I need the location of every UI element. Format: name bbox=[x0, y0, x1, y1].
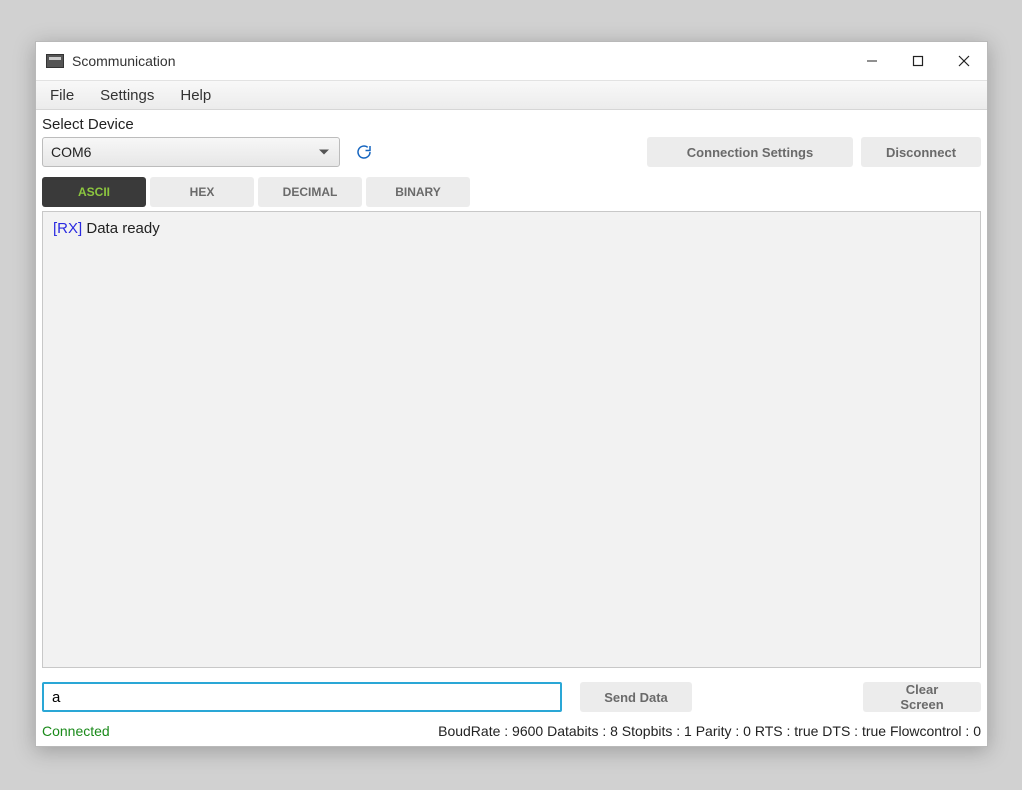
select-device-label: Select Device bbox=[36, 110, 987, 137]
maximize-button[interactable] bbox=[895, 42, 941, 80]
connection-settings-button[interactable]: Connection Settings bbox=[647, 137, 853, 167]
minimize-icon bbox=[866, 55, 878, 67]
tab-ascii[interactable]: ASCII bbox=[42, 177, 146, 207]
log-line: [RX] Data ready bbox=[53, 220, 970, 237]
send-data-button[interactable]: Send Data bbox=[580, 682, 692, 712]
tab-binary[interactable]: BINARY bbox=[366, 177, 470, 207]
statusbar: Connected BoudRate : 9600 Databits : 8 S… bbox=[36, 718, 987, 746]
tab-decimal[interactable]: DECIMAL bbox=[258, 177, 362, 207]
app-icon bbox=[46, 54, 64, 68]
send-input[interactable] bbox=[42, 682, 562, 712]
menu-file[interactable]: File bbox=[50, 87, 74, 104]
device-row: COM6 Connection Settings Disconnect bbox=[36, 137, 987, 177]
menu-settings[interactable]: Settings bbox=[100, 87, 154, 104]
send-row: Send Data Clear Screen bbox=[36, 668, 987, 718]
log-tag: [RX] bbox=[53, 220, 82, 237]
clear-screen-button[interactable]: Clear Screen bbox=[863, 682, 981, 712]
refresh-button[interactable] bbox=[352, 140, 376, 164]
status-details: BoudRate : 9600 Databits : 8 Stopbits : … bbox=[438, 723, 981, 739]
refresh-icon bbox=[355, 143, 373, 161]
menu-help[interactable]: Help bbox=[180, 87, 211, 104]
close-icon bbox=[958, 55, 970, 67]
tab-hex[interactable]: HEX bbox=[150, 177, 254, 207]
titlebar: Scommunication bbox=[36, 42, 987, 80]
disconnect-button[interactable]: Disconnect bbox=[861, 137, 981, 167]
chevron-down-icon bbox=[319, 150, 329, 155]
app-window: Scommunication File Settings Help Select… bbox=[35, 41, 988, 747]
window-title: Scommunication bbox=[72, 53, 176, 69]
status-connected: Connected bbox=[42, 723, 110, 739]
close-button[interactable] bbox=[941, 42, 987, 80]
maximize-icon bbox=[912, 55, 924, 67]
log-area[interactable]: [RX] Data ready bbox=[42, 211, 981, 668]
format-tabs: ASCII HEX DECIMAL BINARY bbox=[36, 177, 987, 207]
menubar: File Settings Help bbox=[36, 80, 987, 110]
device-combobox[interactable]: COM6 bbox=[42, 137, 340, 167]
device-selected: COM6 bbox=[51, 144, 91, 160]
log-message: Data ready bbox=[82, 220, 160, 237]
minimize-button[interactable] bbox=[849, 42, 895, 80]
